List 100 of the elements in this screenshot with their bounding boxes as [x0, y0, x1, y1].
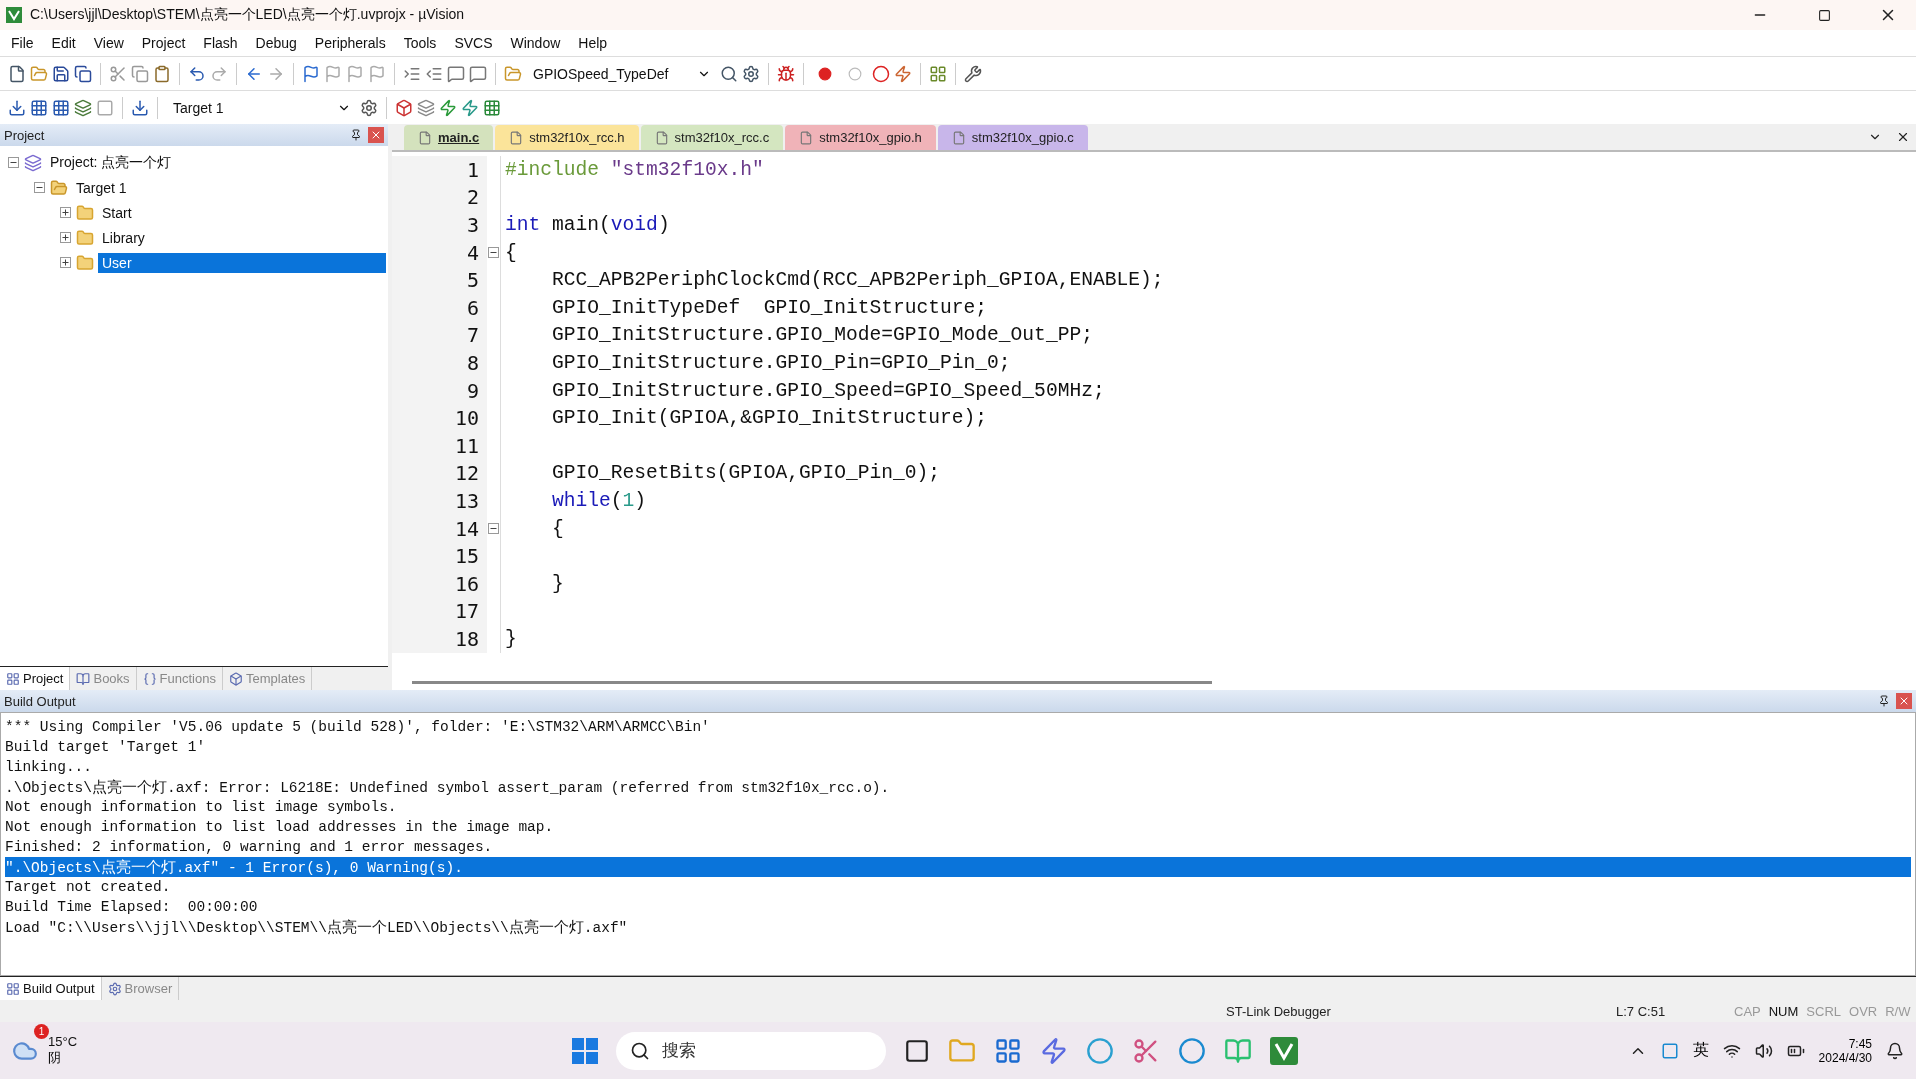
cube-icon[interactable] [395, 98, 413, 117]
tree-item[interactable]: Project: 点亮一个灯 [46, 151, 176, 174]
code-line: GPIO_InitStructure.GPIO_Mode=GPIO_Mode_Out_PP; [551, 324, 1093, 347]
scrollbar-thumb[interactable] [412, 680, 1212, 684]
download-icon[interactable] [131, 98, 149, 117]
tree-item[interactable]: Start [98, 202, 136, 223]
open-folder-icon[interactable] [504, 64, 522, 83]
line-number: 5 [392, 266, 487, 294]
code-line: GPIO_InitTypeDef GPIO_InitStructure; [551, 296, 988, 319]
fold-toggle[interactable] [488, 523, 499, 534]
code-line: GPIO_InitStructure.GPIO_Pin=GPIO_Pin_0; [551, 351, 1011, 374]
menu-item[interactable]: Help [569, 35, 617, 51]
paste-icon[interactable] [153, 64, 171, 83]
line-number: 1 [392, 156, 487, 184]
code-line: RCC_APB2PeriphClockCmd(RCC_APB2Periph_GPIOA,ENABLE); [551, 269, 1164, 292]
code-line: GPIO_ResetBits(GPIOA,GPIO_Pin_0); [551, 462, 941, 485]
search-field[interactable]: 搜索 [616, 1031, 886, 1070]
search-icon[interactable] [720, 64, 738, 83]
clock-time[interactable]: 7:45 [1848, 1036, 1872, 1051]
volume-icon[interactable] [1754, 1041, 1773, 1060]
grid-icon[interactable] [52, 98, 70, 117]
file-tab[interactable]: stm32f10x_rcc.h [495, 125, 639, 150]
lightning-icon[interactable] [439, 98, 457, 117]
code-line: while(1) [551, 489, 647, 512]
menu-item[interactable]: Window [501, 35, 570, 51]
file-icon [799, 130, 814, 145]
braces-icon [142, 671, 157, 686]
menu-item[interactable]: Project [132, 35, 195, 51]
code-line: GPIO_InitStructure.GPIO_Speed=GPIO_Speed_50MHz; [551, 379, 1105, 402]
gear-icon[interactable] [742, 64, 760, 83]
menu-item[interactable]: Edit [42, 35, 85, 51]
new-file-icon[interactable] [8, 64, 26, 83]
wrench-icon[interactable] [964, 64, 982, 83]
file-tab[interactable]: stm32f10x_gpio.h [785, 125, 936, 150]
menu-item[interactable]: File [2, 35, 43, 51]
copy-icon[interactable] [131, 64, 149, 83]
gear-icon [107, 981, 122, 996]
ring-icon[interactable] [1178, 1036, 1206, 1065]
grid-icon[interactable] [30, 98, 48, 117]
bug-icon[interactable] [777, 64, 795, 83]
undo-icon[interactable] [188, 64, 206, 83]
file-icon [654, 130, 669, 145]
pin-icon[interactable] [350, 129, 362, 141]
comment-icon[interactable] [447, 64, 465, 83]
square-icon[interactable] [904, 1037, 930, 1064]
menu-item[interactable]: Tools [394, 35, 446, 51]
save-all-icon[interactable] [74, 64, 92, 83]
file-tab[interactable]: stm32f10x_rcc.c [640, 125, 784, 150]
lightning-icon[interactable] [894, 64, 912, 83]
expand-toggle[interactable] [34, 181, 45, 193]
menu-item[interactable]: Debug [246, 35, 306, 51]
code-line: #include "stm32f10x.h" [504, 158, 764, 181]
file-tab[interactable]: main.c [404, 125, 494, 150]
breakpoint-icon[interactable] [818, 66, 832, 81]
menu-item[interactable]: SVCS [445, 35, 502, 51]
panel-tab[interactable]: Build Output [0, 977, 102, 1000]
bell-icon[interactable] [1886, 1041, 1904, 1060]
cut-icon[interactable] [109, 64, 127, 83]
download-icon[interactable] [8, 98, 26, 117]
notification-badge: 1 [34, 1024, 49, 1039]
close-icon[interactable] [1896, 130, 1910, 144]
status-indicator: OVR [1848, 1003, 1879, 1019]
line-number: 14 [392, 514, 487, 543]
status-position: L:7 C:51 [1615, 1003, 1667, 1019]
grid-icon[interactable] [994, 1036, 1022, 1065]
expand-toggle[interactable] [60, 256, 71, 268]
file-icon [951, 130, 966, 145]
menu-item[interactable]: Flash [194, 35, 247, 51]
save-icon[interactable] [52, 64, 70, 83]
folder-icon [76, 203, 94, 222]
input-method[interactable]: 英 [1692, 1040, 1709, 1061]
file-tab[interactable]: stm32f10x_gpio.c [937, 125, 1088, 150]
expand-toggle[interactable] [8, 156, 19, 168]
status-indicator: R/W [1884, 1003, 1912, 1019]
line-number: 8 [392, 349, 487, 377]
line-number: 7 [392, 321, 487, 350]
uvision-taskbar-icon[interactable] [1270, 1036, 1298, 1065]
clock-date[interactable]: 2024/4/30 [1818, 1050, 1872, 1065]
maximize-icon[interactable] [1817, 8, 1831, 22]
start-icon[interactable] [572, 1037, 598, 1064]
ring-icon[interactable] [872, 64, 890, 83]
tree-item[interactable]: User [98, 252, 386, 273]
menu-item[interactable]: Peripherals [305, 35, 395, 51]
menu-item[interactable]: View [84, 35, 133, 51]
grid-icon[interactable] [483, 98, 501, 117]
comment-icon[interactable] [469, 64, 487, 83]
tree-item[interactable]: Target 1 [72, 177, 131, 198]
expand-toggle[interactable] [60, 206, 71, 218]
lightning-icon[interactable] [1040, 1036, 1068, 1065]
lightning-icon[interactable] [461, 98, 479, 117]
panel-tab[interactable]: Project [0, 667, 71, 690]
layers-icon[interactable] [74, 98, 92, 117]
pin-icon[interactable] [1878, 695, 1890, 707]
line-number: 17 [392, 597, 487, 626]
fold-toggle[interactable] [488, 247, 499, 259]
layers-icon[interactable] [417, 98, 435, 117]
gear-icon[interactable] [360, 98, 378, 117]
flag-icon[interactable] [302, 64, 320, 83]
tree-item[interactable]: Library [98, 227, 149, 248]
expand-toggle[interactable] [60, 231, 71, 243]
